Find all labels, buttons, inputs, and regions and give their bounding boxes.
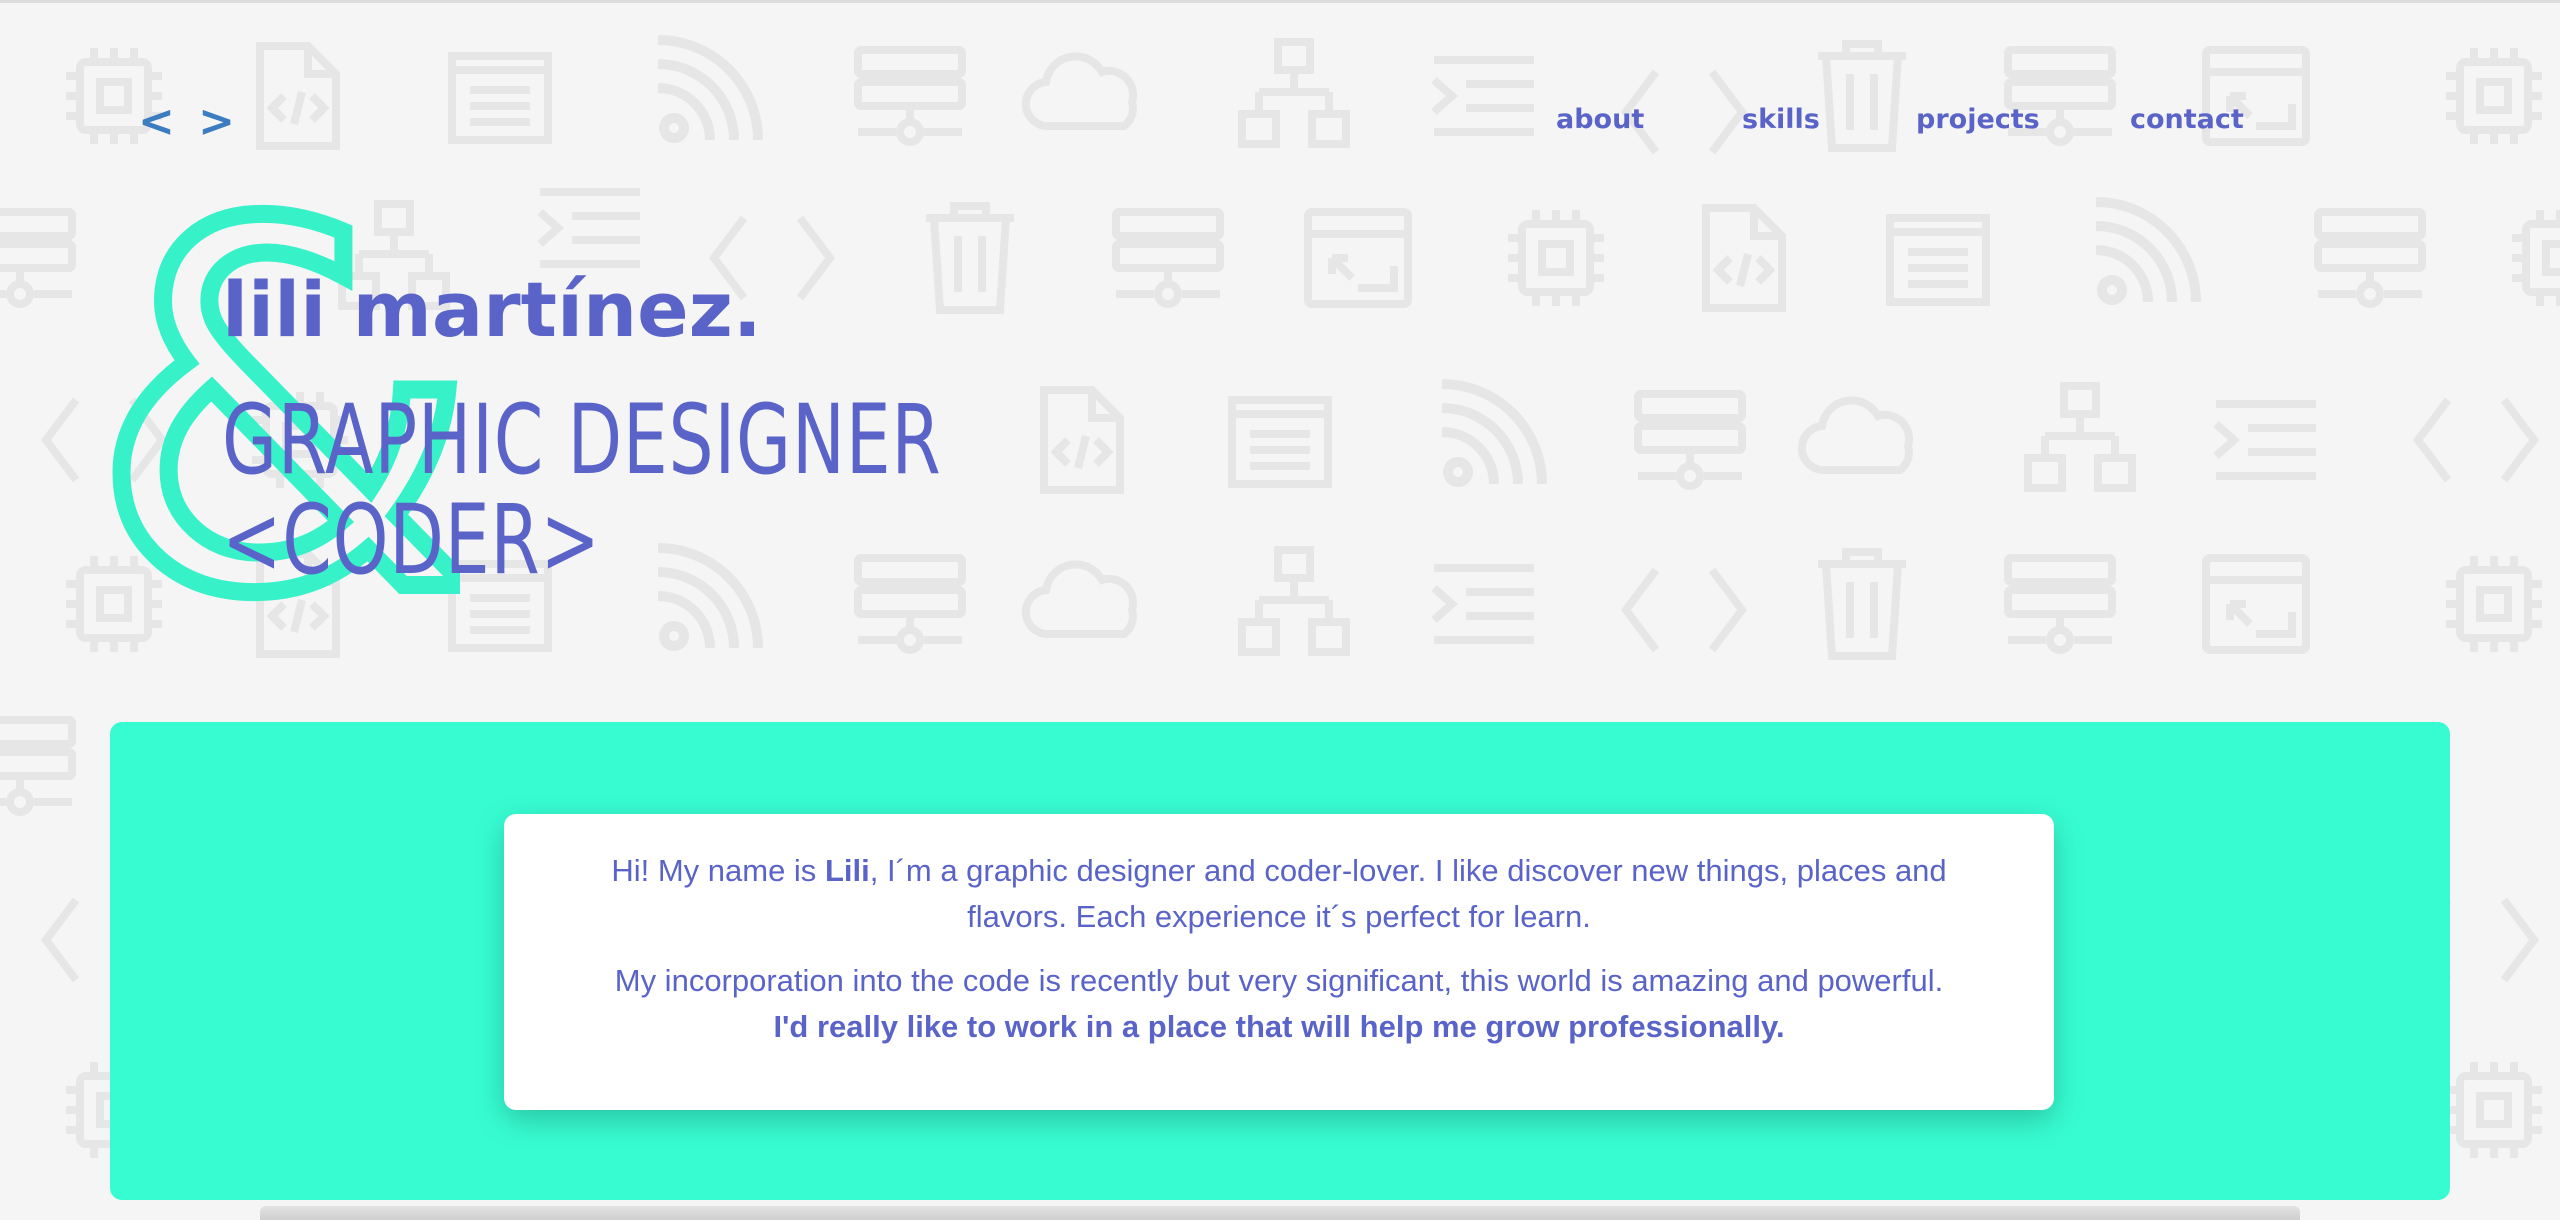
about-name-highlight: Lili <box>824 853 870 888</box>
about-text: My incorporation into the code is recent… <box>614 963 1944 998</box>
hero-role-line2: <CODER> <box>222 484 601 596</box>
about-text: Hi! My name is <box>611 853 825 888</box>
about-text: , I´m a graphic designer and coder-lover… <box>869 853 1947 934</box>
nav-skills[interactable]: skills <box>1742 104 1820 135</box>
logo[interactable]: < > <box>138 100 239 144</box>
hero-role-line1: GRAPHIC DESIGNER <box>222 384 942 496</box>
nav-about[interactable]: about <box>1556 104 1644 135</box>
hero-name: lili martínez. <box>222 265 762 354</box>
about-paragraph-1: Hi! My name is Lili, I´m a graphic desig… <box>594 848 1964 940</box>
about-highlight: I'd really like to work in a place that … <box>773 1009 1785 1044</box>
about-paragraph-2: My incorporation into the code is recent… <box>594 958 1964 1050</box>
about-card: Hi! My name is Lili, I´m a graphic desig… <box>504 814 2054 1110</box>
nav-contact[interactable]: contact <box>2130 104 2244 135</box>
nav-projects[interactable]: projects <box>1916 104 2040 135</box>
next-section-edge <box>260 1206 2300 1220</box>
